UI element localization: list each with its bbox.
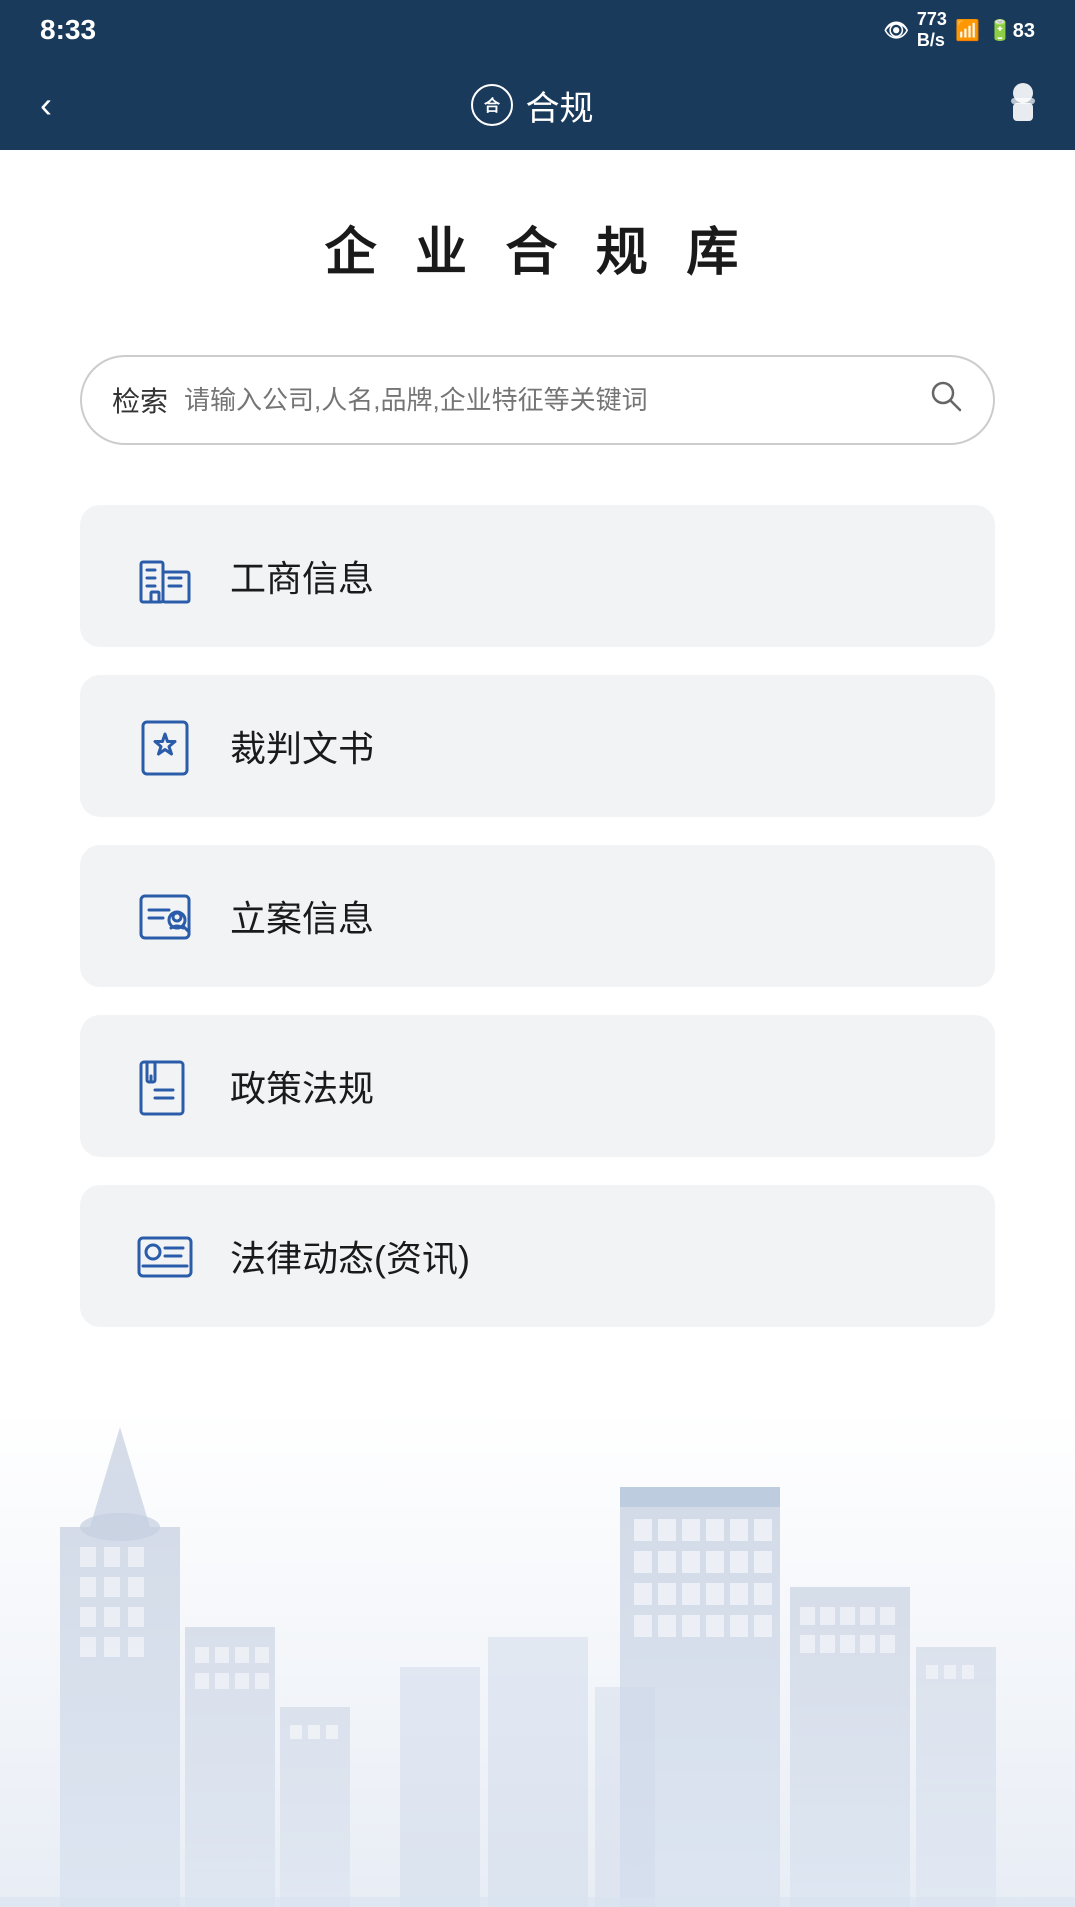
nav-title-text: 合规: [526, 81, 594, 130]
battery-icon: 🔋83: [988, 18, 1035, 43]
policy-icon: [130, 1051, 200, 1121]
menu-item-falv[interactable]: 法律动态(资讯): [80, 1185, 995, 1327]
back-button[interactable]: ‹: [30, 74, 62, 136]
eye-icon: 👁: [884, 18, 909, 43]
search-icon[interactable]: [929, 379, 963, 421]
menu-item-zhengce-label: 政策法规: [230, 1060, 374, 1112]
menu-item-caipan[interactable]: 裁判文书: [80, 675, 995, 817]
status-icons: 👁 773B/s 📶 🔋83: [884, 9, 1036, 51]
skyline-illustration: [0, 1407, 1075, 1907]
menu-item-lian-label: 立案信息: [230, 890, 374, 942]
nav-right-icon[interactable]: [1001, 83, 1045, 127]
menu-item-gongshang[interactable]: 工商信息: [80, 505, 995, 647]
news-icon: [130, 1221, 200, 1291]
main-content: 企 业 合 规 库 检索: [0, 150, 1075, 1327]
page-title: 企 业 合 规 库: [80, 210, 995, 285]
case-icon: [130, 881, 200, 951]
nav-bar: ‹ 合 合规: [0, 60, 1075, 150]
wifi-icon: 📶: [955, 18, 980, 43]
svg-text:合: 合: [483, 96, 500, 115]
nav-logo-icon: 合: [470, 83, 514, 127]
status-bar: 8:33 👁 773B/s 📶 🔋83: [0, 0, 1075, 60]
menu-item-falv-label: 法律动态(资讯): [230, 1230, 470, 1282]
search-label: 检索: [112, 380, 168, 420]
menu-item-lian[interactable]: 立案信息: [80, 845, 995, 987]
document-star-icon: [130, 711, 200, 781]
nav-title: 合 合规: [470, 81, 594, 130]
menu-item-gongshang-label: 工商信息: [230, 550, 374, 602]
building-icon: [130, 541, 200, 611]
status-time: 8:33: [40, 14, 96, 46]
search-bar[interactable]: 检索: [80, 355, 995, 445]
menu-list: 工商信息 裁判文书: [80, 505, 995, 1327]
search-input[interactable]: [184, 385, 913, 416]
menu-item-caipan-label: 裁判文书: [230, 720, 374, 772]
menu-item-zhengce[interactable]: 政策法规: [80, 1015, 995, 1157]
signal-icon: 773B/s: [917, 9, 947, 51]
